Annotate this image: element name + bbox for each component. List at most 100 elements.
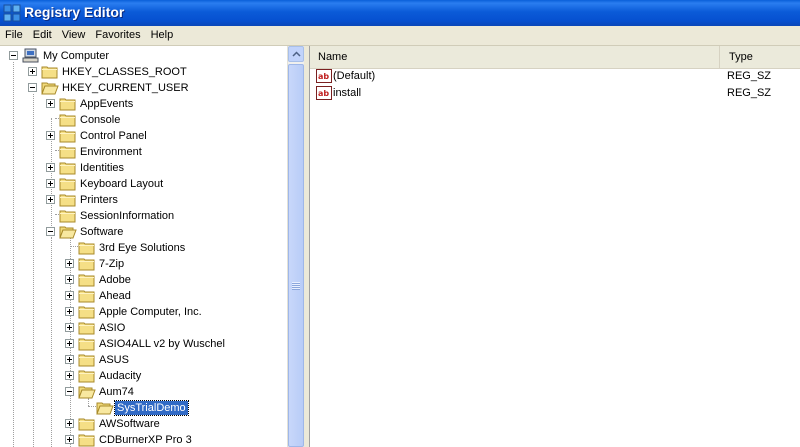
tree-node[interactable]: CDBurnerXP Pro 3 (0, 432, 280, 447)
expand-icon[interactable] (46, 179, 55, 188)
menu-edit[interactable]: Edit (28, 26, 57, 44)
tree-node[interactable]: SysTrialDemo (0, 400, 280, 416)
tree-node-label: Ahead (99, 290, 131, 302)
tree-node[interactable]: AWSoftware (0, 416, 280, 432)
tree-node[interactable]: Keyboard Layout (0, 176, 280, 192)
folder-icon (59, 210, 76, 223)
svg-text:ab: ab (318, 72, 329, 81)
collapse-icon[interactable] (65, 387, 74, 396)
expand-icon[interactable] (65, 355, 74, 364)
column-name-header[interactable]: Name (310, 46, 720, 68)
expand-icon[interactable] (46, 99, 55, 108)
tree-node[interactable]: Control Panel (0, 128, 280, 144)
folder-icon (78, 354, 95, 367)
tree-node[interactable]: Console (0, 112, 280, 128)
tree-node-label: AWSoftware (99, 418, 160, 430)
folder-icon (78, 290, 95, 303)
computer-icon (22, 48, 39, 63)
tree-node-label: Software (80, 226, 124, 238)
scroll-thumb[interactable] (288, 64, 304, 447)
expand-icon[interactable] (46, 163, 55, 172)
open-folder-icon (59, 226, 77, 239)
tree-node[interactable]: HKEY_CLASSES_ROOT (0, 64, 280, 80)
value-type: REG_SZ (727, 87, 772, 99)
expand-icon[interactable] (65, 419, 74, 428)
scroll-up-button[interactable] (288, 46, 304, 62)
menu-file[interactable]: File (0, 26, 28, 44)
menu-help[interactable]: Help (146, 26, 179, 44)
title-bar[interactable]: Registry Editor (0, 0, 800, 26)
folder-icon (78, 370, 95, 383)
tree-node[interactable]: ASIO (0, 320, 280, 336)
tree-node[interactable]: ASUS (0, 352, 280, 368)
tree-node[interactable]: Identities (0, 160, 280, 176)
list-header: Name Type (310, 46, 800, 69)
folder-icon (78, 242, 95, 255)
folder-icon (59, 146, 76, 159)
tree-node[interactable]: AppEvents (0, 96, 280, 112)
folder-icon (59, 130, 76, 143)
expand-icon[interactable] (65, 259, 74, 268)
tree-node-label: Aum74 (99, 386, 134, 398)
tree-scrollbar[interactable] (287, 46, 305, 447)
tree-node-label: ASUS (99, 354, 129, 366)
tree-node-label: Identities (80, 162, 125, 174)
value-row[interactable]: ab install REG_SZ (310, 85, 800, 102)
expand-icon[interactable] (46, 195, 55, 204)
folder-icon (59, 162, 76, 175)
tree-node[interactable]: ASIO4ALL v2 by Wuschel (0, 336, 280, 352)
menu-view[interactable]: View (57, 26, 91, 44)
values-list[interactable]: Name Type ab (Default) REG_SZ ab install… (309, 46, 800, 447)
expand-icon[interactable] (65, 275, 74, 284)
open-folder-icon (96, 402, 114, 415)
tree-node-label: AppEvents (80, 98, 134, 110)
tree-node[interactable]: Ahead (0, 288, 280, 304)
tree-node-label: 7-Zip (99, 258, 125, 270)
column-type-header[interactable]: Type (721, 46, 800, 68)
tree-node-label: ASIO4ALL v2 by Wuschel (99, 338, 225, 350)
expand-icon[interactable] (28, 67, 37, 76)
tree-node[interactable]: Audacity (0, 368, 280, 384)
expand-icon[interactable] (65, 291, 74, 300)
scroll-grip-icon (292, 282, 300, 290)
expand-icon[interactable] (65, 307, 74, 316)
tree-node-my-computer[interactable]: My Computer (0, 48, 200, 64)
value-type: REG_SZ (727, 70, 772, 82)
collapse-icon[interactable] (46, 227, 55, 236)
menu-favorites[interactable]: Favorites (90, 26, 145, 44)
folder-icon (78, 274, 95, 287)
tree-node[interactable]: 3rd Eye Solutions (0, 240, 280, 256)
chevron-up-icon (292, 51, 301, 57)
registry-editor-icon (3, 4, 21, 22)
collapse-icon[interactable] (28, 83, 37, 92)
folder-icon (78, 258, 95, 271)
string-value-icon: ab (316, 69, 332, 83)
tree-node[interactable]: SessionInformation (0, 208, 280, 224)
menu-bar: File Edit View Favorites Help (0, 26, 800, 46)
expand-icon[interactable] (65, 323, 74, 332)
key-tree[interactable]: My Computer HKEY_CLASSES_ROOT HKEY_CURREN… (0, 46, 287, 447)
expand-icon[interactable] (65, 371, 74, 380)
expand-icon[interactable] (65, 435, 74, 444)
tree-node[interactable]: Apple Computer, Inc. (0, 304, 280, 320)
tree-node[interactable]: Aum74 (0, 384, 280, 400)
tree-node[interactable]: HKEY_CURRENT_USER (0, 80, 280, 96)
tree-node[interactable]: 7-Zip (0, 256, 280, 272)
tree-node-label: Audacity (99, 370, 142, 382)
tree-node[interactable]: Environment (0, 144, 280, 160)
expand-icon[interactable] (46, 131, 55, 140)
tree-node-label: Adobe (99, 274, 131, 286)
tree-node[interactable]: Printers (0, 192, 280, 208)
tree-node-label: Printers (80, 194, 118, 206)
value-name: (Default) (333, 70, 376, 82)
collapse-icon[interactable] (9, 51, 18, 60)
tree-node[interactable]: Software (0, 224, 280, 240)
tree-node-label: ASIO (99, 322, 126, 334)
folder-icon (59, 98, 76, 111)
tree-node-label: SessionInformation (80, 210, 175, 222)
value-row[interactable]: ab (Default) REG_SZ (310, 68, 800, 85)
string-value-icon: ab (316, 86, 332, 100)
tree-node-label: HKEY_CURRENT_USER (62, 82, 189, 94)
tree-node[interactable]: Adobe (0, 272, 280, 288)
expand-icon[interactable] (65, 339, 74, 348)
